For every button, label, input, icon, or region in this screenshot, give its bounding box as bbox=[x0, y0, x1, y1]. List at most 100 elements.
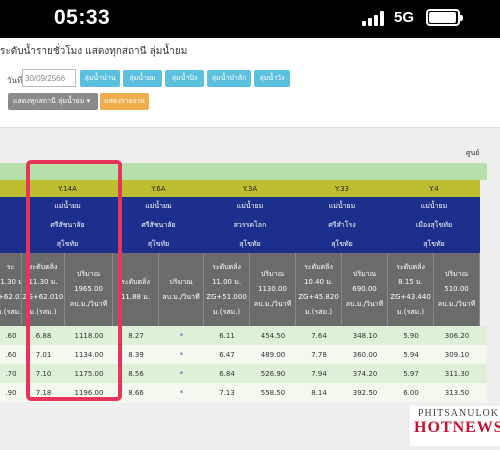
table-row: 6.47 489.00 bbox=[204, 345, 296, 364]
level-header: ระ 11.30 ม. G+62.010 ม.(รสม.) bbox=[0, 253, 22, 326]
station-column-partial: ระ 11.30 ม. G+62.010 ม.(รสม.) .60 .60 .70 .90 bbox=[0, 180, 22, 402]
flow-header-line: ลบ.ม./วินาที bbox=[345, 300, 384, 308]
level-header-line: ม.(รสม.) bbox=[396, 307, 425, 316]
flow-value: * bbox=[179, 369, 184, 378]
basin-button[interactable]: ลุ่มน้ำวัง bbox=[254, 70, 290, 87]
clock: 05:33 bbox=[54, 6, 111, 29]
table-row: 8.66 * bbox=[113, 383, 204, 402]
page-title: ระดับน้ำรายชั่วโมง แสดงทุกสถานี ลุ่มน้ำย… bbox=[0, 46, 188, 57]
flow-value: 526.90 bbox=[260, 369, 286, 378]
flow-header: ปริมาณลบ.ม./วินาที bbox=[159, 253, 204, 326]
level-header: ระดับตลิ่ง 11.00 ม. ZG+51.000 ม.(รสม.) bbox=[204, 253, 250, 326]
flow-header-line: 1130.00 bbox=[258, 285, 287, 293]
province-name: สุโขทัย bbox=[147, 239, 170, 248]
flow-value: 454.50 bbox=[260, 331, 286, 340]
level-value: .60 bbox=[5, 331, 17, 340]
column-header-group: ระดับตลิ่ง 11.88 ม. ปริมาณลบ.ม./วินาที bbox=[113, 253, 204, 326]
level-header-line: ระดับตลิ่ง bbox=[304, 262, 333, 271]
date-label: วันที่ bbox=[7, 76, 23, 85]
table-row: .90 bbox=[0, 383, 22, 402]
basin-button[interactable]: ลุ่มน้ำป่าสัก bbox=[207, 70, 251, 87]
level-value: .60 bbox=[5, 350, 17, 359]
level-header-line: 11.30 ม. bbox=[0, 277, 21, 286]
level-header-line: 8.15 ม. bbox=[398, 277, 423, 286]
flow-value: 374.20 bbox=[352, 369, 378, 378]
station-location: แม่น้ำยม เมืองสุโขทัย สุโขทัย bbox=[388, 197, 480, 253]
table-row: 7.64 348.10 bbox=[296, 326, 388, 345]
level-header-line: ม.(รสม.) bbox=[304, 307, 333, 316]
flow-value: * bbox=[179, 388, 184, 397]
river-name: แม่น้ำยม bbox=[236, 201, 264, 210]
table-row: 8.27 * bbox=[113, 326, 204, 345]
flow-header-line: ลบ.ม./วินาที bbox=[162, 292, 200, 301]
level-value: 6.47 bbox=[219, 350, 235, 359]
station-location: แม่น้ำยม สวรรคโลก สุโขทัย bbox=[204, 197, 296, 253]
level-header: ระดับตลิ่ง 8.15 ม. ZG+43.440 ม.(รสม.) bbox=[388, 253, 434, 326]
level-value: .70 bbox=[5, 369, 17, 378]
tail-cell bbox=[480, 326, 487, 345]
level-value: 5.94 bbox=[403, 350, 419, 359]
flow-value: 309.10 bbox=[444, 350, 470, 359]
province-name: สุโขทัย bbox=[239, 239, 261, 248]
river-name: แม่น้ำยม bbox=[420, 201, 448, 210]
table-row: 5.97 311.30 bbox=[388, 364, 480, 383]
date-input[interactable] bbox=[22, 69, 76, 87]
level-header-line: ม.(รสม.) bbox=[212, 307, 241, 316]
station-code bbox=[0, 180, 22, 197]
flow-header-line: ปริมาณ bbox=[352, 270, 377, 278]
river-name: แม่น้ำยม bbox=[145, 201, 172, 210]
basin-button[interactable]: ลุ่มน้ำยม bbox=[123, 70, 162, 87]
level-value: 6.84 bbox=[219, 369, 235, 378]
basin-button[interactable]: ลุ่มน้ำน่าน bbox=[80, 70, 120, 87]
district-name: เมืองสุโขทัย bbox=[415, 220, 453, 229]
table-row: 5.90 306.20 bbox=[388, 326, 480, 345]
flow-header-line: ปริมาณ bbox=[169, 277, 193, 286]
tail-cell bbox=[480, 383, 487, 402]
station-location: แม่น้ำยมศรีสัชนาลัยสุโขทัย bbox=[113, 197, 204, 253]
station-column: Y.3A แม่น้ำยม สวรรคโลก สุโขทัย ระดับตลิ่ง 11.… bbox=[204, 180, 296, 402]
flow-header: ปริมาณ 690.00 ลบ.ม./วินาที bbox=[342, 253, 388, 326]
flow-header-line: 510.00 bbox=[444, 285, 469, 293]
river-name: แม่น้ำยม bbox=[328, 201, 356, 210]
station-dropdown[interactable]: แสดงทุกสถานี ลุ่มน้ำยม ▾ bbox=[8, 93, 98, 110]
tail-cell bbox=[480, 364, 487, 383]
flow-value: 558.50 bbox=[260, 388, 286, 397]
flow-value: 489.00 bbox=[260, 350, 286, 359]
level-header-line: ระ bbox=[6, 262, 15, 271]
level-header-line: 11.88 ม. bbox=[120, 292, 151, 301]
district-name: ศรีสัชนาลัย bbox=[141, 220, 176, 229]
table-rows: 5.90 306.20 5.94 309.10 5.97 311.30 6.00 313.50 bbox=[388, 326, 480, 402]
watermark-logo: PHITSANULOK HOTNEWS bbox=[410, 406, 500, 446]
table-row: 8.56 * bbox=[113, 364, 204, 383]
station-location bbox=[0, 197, 22, 253]
level-header-line: ZG+43.440 bbox=[390, 292, 431, 301]
station-code: Y.3A bbox=[204, 180, 296, 197]
table-rows: 7.64 348.10 7.78 360.00 7.94 374.20 8.14 392.50 bbox=[296, 326, 388, 402]
level-value: 7.64 bbox=[311, 331, 327, 340]
flow-header-line: ปริมาณ bbox=[444, 270, 469, 278]
report-button[interactable]: แสดงรายงาน bbox=[100, 93, 149, 110]
level-header-line: ระดับตลิ่ง bbox=[121, 277, 150, 286]
station-location: แม่น้ำยม ศรีสำโรง สุโขทัย bbox=[296, 197, 388, 253]
level-value: 7.94 bbox=[311, 369, 327, 378]
level-value: 7.78 bbox=[311, 350, 327, 359]
table-row: 6.11 454.50 bbox=[204, 326, 296, 345]
flow-value: 306.20 bbox=[444, 331, 470, 340]
level-value: 6.11 bbox=[219, 331, 235, 340]
table-rows: 8.27 * 8.39 * 8.56 * 8.66 * bbox=[113, 326, 204, 402]
network-type: 5G bbox=[394, 9, 415, 26]
flow-value: * bbox=[179, 350, 184, 359]
station-code: Y.6A bbox=[113, 180, 204, 197]
flow-value: 348.10 bbox=[352, 331, 378, 340]
basin-button[interactable]: ลุ่มน้ำปิง bbox=[165, 70, 204, 87]
level-header-line: 11.00 ม. bbox=[211, 277, 242, 286]
station-column: Y.33 แม่น้ำยม ศรีสำโรง สุโขทัย ระดับตลิ่ง 10.… bbox=[296, 180, 388, 402]
station-code: Y.33 bbox=[296, 180, 388, 197]
table-row: 7.78 360.00 bbox=[296, 345, 388, 364]
top-right-text: ศูนย์ bbox=[466, 149, 480, 157]
flow-value: 311.30 bbox=[444, 369, 470, 378]
level-header-line: ZG+51.000 bbox=[206, 292, 247, 301]
level-header-line: ระดับตลิ่ง bbox=[396, 262, 425, 271]
table-row: 8.39 * bbox=[113, 345, 204, 364]
level-header-line: ม.(รสม.) bbox=[0, 307, 22, 316]
